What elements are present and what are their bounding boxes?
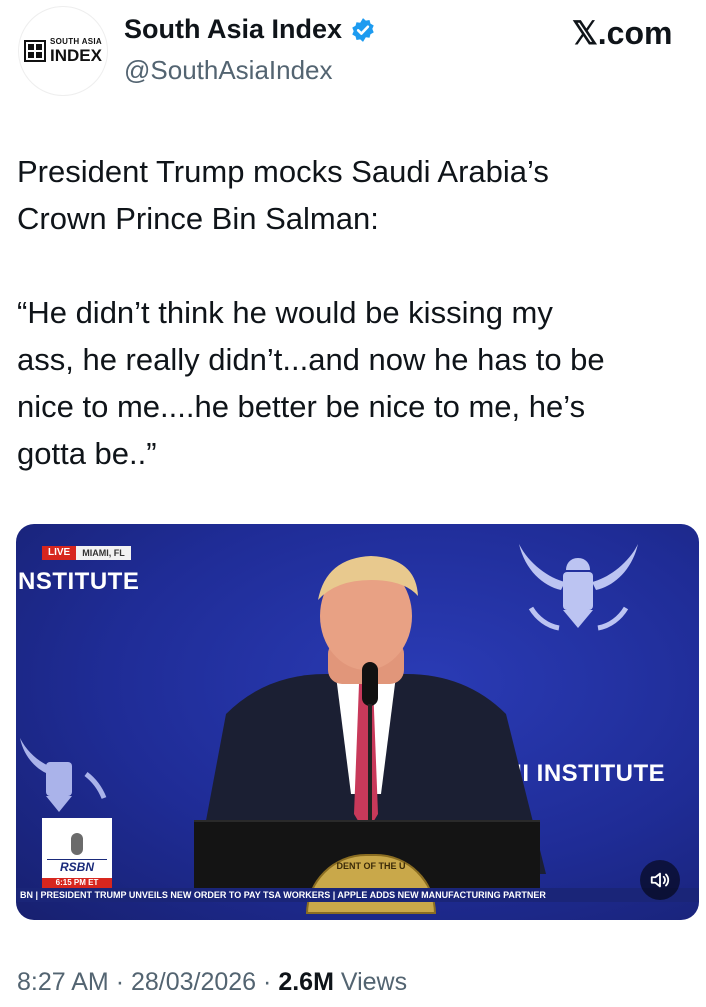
views-label: Views	[340, 968, 408, 996]
separator-dot: ·	[263, 968, 272, 996]
user-handle[interactable]: @SouthAsiaIndex	[124, 55, 333, 86]
tweet-metadata: 8:27 AM · 28/03/2026 · 2.6M Views	[17, 968, 407, 997]
mute-toggle-button[interactable]	[640, 860, 680, 900]
verified-badge-icon	[352, 17, 374, 42]
microphone-icon	[71, 833, 83, 855]
x-brand-label: 𝕏.com	[572, 15, 673, 51]
views-count: 2.6M	[278, 968, 334, 996]
banner-text-top: NSTITUTE	[18, 568, 140, 595]
separator-dot: ·	[115, 968, 125, 996]
logo-glyph-icon	[23, 40, 46, 62]
tweet-video[interactable]: LIVE MIAMI, FL NSTITUTE FII INSTITUTE DE…	[16, 524, 699, 920]
tweet-header: SOUTH ASIA INDEX South Asia Index @South…	[0, 0, 706, 110]
south-asia-index-logo: SOUTH ASIA INDEX	[23, 37, 103, 65]
display-name-text[interactable]: South Asia Index	[124, 14, 342, 45]
avatar[interactable]: SOUTH ASIA INDEX	[18, 6, 108, 96]
logo-big-text: INDEX	[49, 46, 102, 65]
broadcast-time: 6:15 PM ET	[42, 878, 112, 888]
location-badge: MIAMI, FL	[76, 546, 131, 560]
speaker-icon	[650, 872, 670, 888]
rsbn-logo: RSBN	[42, 818, 112, 878]
rsbn-label: RSBN	[47, 859, 107, 874]
eagle-emblem-left-icon	[20, 738, 107, 812]
logo-small-text: SOUTH ASIA	[49, 37, 103, 46]
post-time[interactable]: 8:27 AM	[17, 968, 109, 996]
news-ticker: BN | PRESIDENT TRUMP UNVEILS NEW ORDER T…	[16, 888, 699, 902]
live-badge: LIVE	[42, 546, 77, 560]
live-bar: LIVE MIAMI, FL	[42, 546, 131, 560]
post-date[interactable]: 28/03/2026	[131, 968, 256, 996]
tweet-text: President Trump mocks Saudi Arabia’s Cro…	[17, 154, 605, 471]
display-name[interactable]: South Asia Index	[124, 14, 376, 45]
